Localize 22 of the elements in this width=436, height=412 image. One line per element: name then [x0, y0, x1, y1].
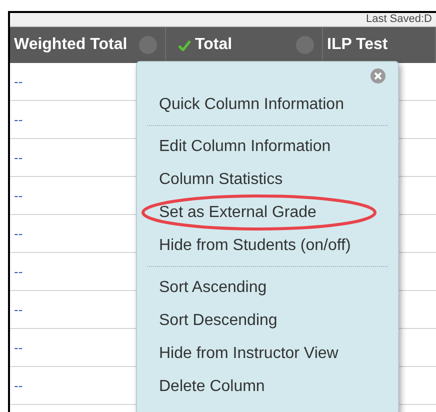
menu-item[interactable]: Sort Ascending [159, 276, 267, 300]
menu-item[interactable]: Hide from Instructor View [159, 342, 338, 366]
menu-item[interactable]: Delete Column [159, 374, 265, 398]
menu-item[interactable]: Edit Column Information [159, 134, 331, 158]
menu-item[interactable]: Sort Descending [159, 308, 278, 332]
column-header[interactable]: ILP Test [327, 33, 388, 57]
table-cell-text: -- [14, 110, 23, 129]
table-cell-text: -- [14, 148, 23, 167]
close-icon[interactable] [370, 68, 386, 84]
table-cell-text: -- [14, 224, 23, 243]
table-cell-text: -- [14, 262, 23, 281]
last-saved-text: Last Saved:D [366, 14, 432, 25]
column-header[interactable]: Weighted Total [14, 33, 128, 57]
table-cell-text: -- [14, 300, 23, 319]
menu-item[interactable]: Hide from Students (on/off) [159, 234, 351, 258]
column-header[interactable]: Total [195, 33, 232, 57]
menu-item[interactable]: Quick Column Information [159, 92, 344, 116]
table-cell-text: -- [14, 186, 23, 205]
table-cell-text: -- [14, 338, 23, 357]
table-cell-text: -- [14, 72, 23, 91]
menu-item[interactable]: Column Statistics [159, 168, 283, 192]
table-cell-text: -- [14, 376, 23, 395]
